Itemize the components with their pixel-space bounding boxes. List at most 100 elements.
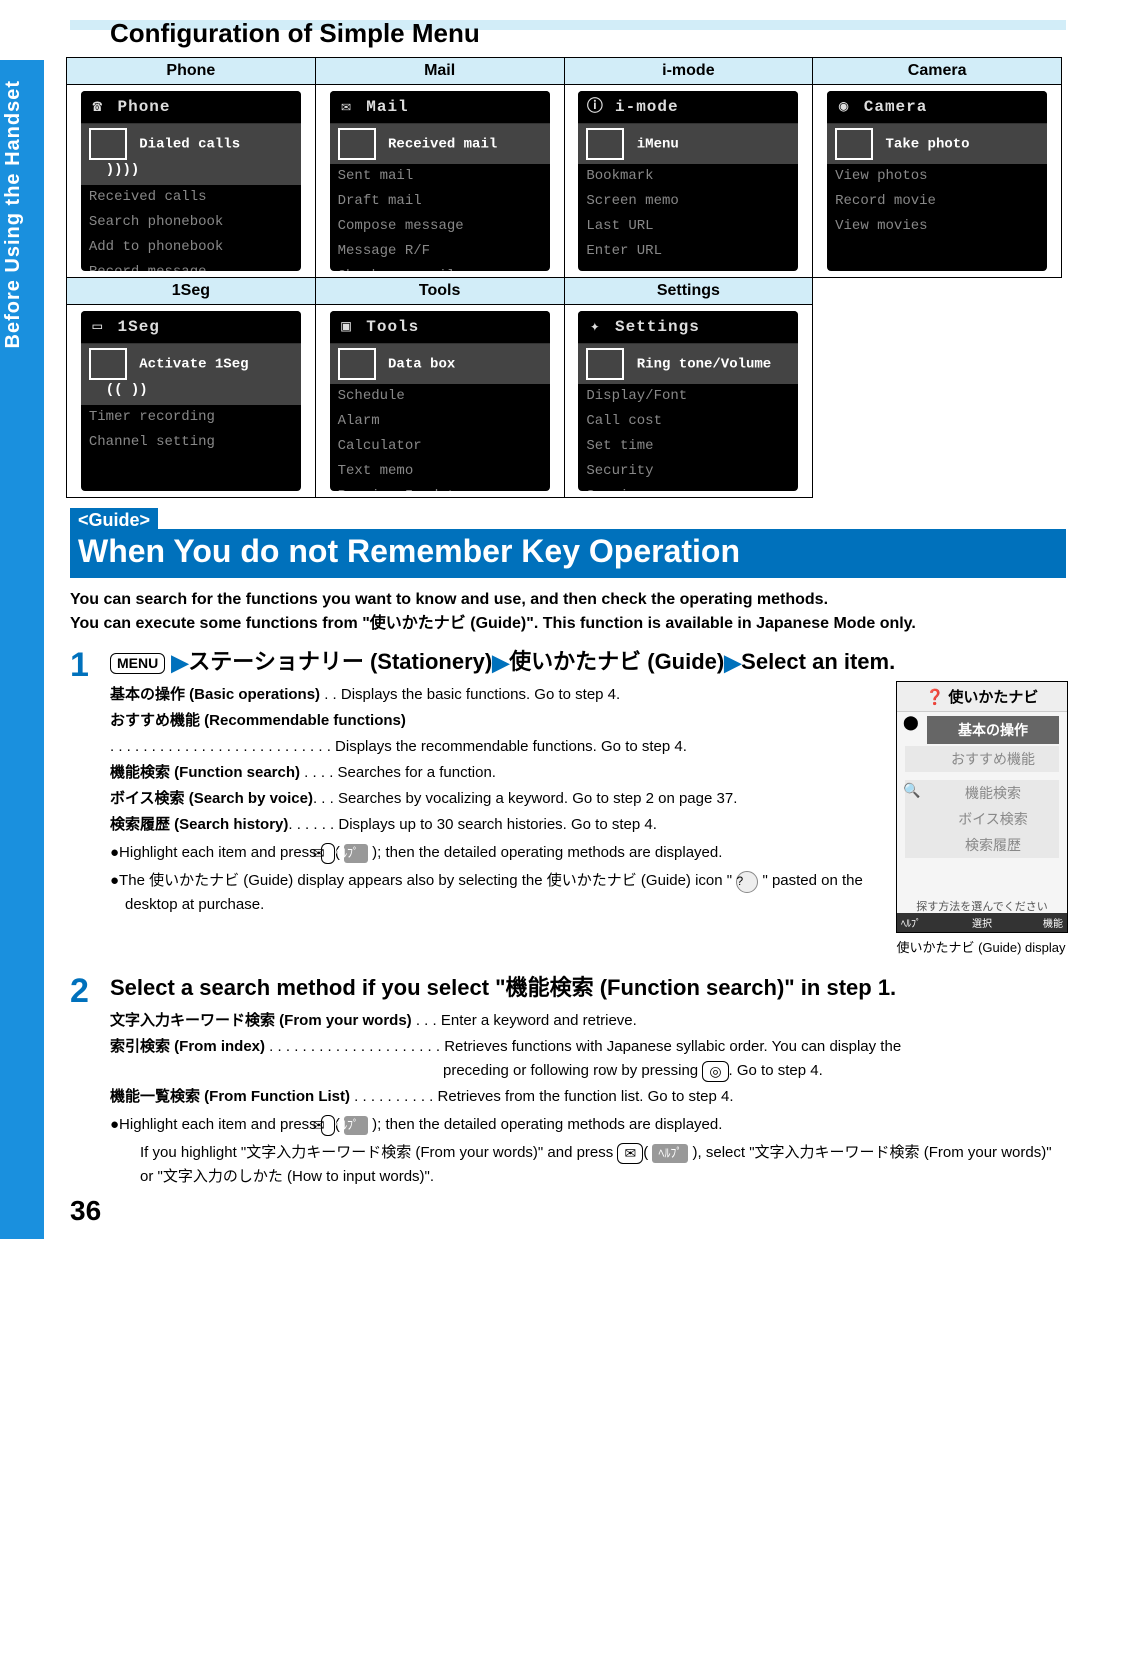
screen-phone: ☎ Phone Dialed calls )))) Received calls… (81, 91, 301, 271)
list-item: Calculator (330, 434, 550, 459)
mail-key: ✉ (617, 1143, 643, 1164)
gd-selected: 基本の操作 (927, 716, 1059, 744)
list-item: Message R/F (330, 239, 550, 264)
list-item: Service (578, 484, 798, 491)
screen-phone-title: Phone (117, 98, 170, 116)
list-item: Search phonebook (81, 210, 301, 235)
screen-settings: ✦ Settings Ring tone/Volume Display/Font… (578, 311, 798, 491)
hdr-1seg: 1Seg (67, 278, 316, 305)
gd-softkeys: ﾍﾙﾌﾟ 選択 機能 (897, 913, 1067, 932)
guide-title: When You do not Remember Key Operation (70, 529, 1066, 578)
cell-mail: ✉ Mail Received mail Sent mail Draft mai… (315, 85, 564, 278)
screen-camera-highlight: Take photo (886, 137, 970, 153)
screen-mail-title: Mail (366, 98, 408, 116)
intro-text: You can search for the functions you wan… (70, 588, 1066, 636)
cell-camera: ◉ Camera Take photo View photos Record m… (813, 85, 1062, 278)
list-item: Record movie (827, 189, 1047, 214)
list-item: Receive Ir data (330, 484, 550, 491)
screen-mail: ✉ Mail Received mail Sent mail Draft mai… (330, 91, 550, 271)
list-item: Alarm (330, 409, 550, 434)
gd-item: 検索履歴 (905, 832, 1059, 858)
list-item: Security (578, 459, 798, 484)
list-item: Display/Font (578, 384, 798, 409)
step-2: 2 Select a search method if you select "… (70, 974, 1066, 1193)
gd-soft-right: 機能 (1043, 915, 1063, 930)
menu-key: MENU (110, 653, 165, 674)
arrow-icon: ▶ (492, 650, 509, 675)
gd-item: おすすめ機能 (905, 746, 1059, 772)
list-item: Schedule (330, 384, 550, 409)
list-item: Sent mail (330, 164, 550, 189)
hdr-camera: Camera (813, 58, 1062, 85)
menu-grid: Phone Mail i-mode Camera ☎ Phone Dialed … (66, 57, 1062, 498)
list-item: Draft mail (330, 189, 550, 214)
guide-desktop-icon: ? (736, 871, 758, 893)
list-item: Check new mail (330, 264, 550, 271)
gd-footer: 探す方法を選んでください (897, 898, 1067, 914)
cell-1seg: ▭ 1Seg Activate 1Seg (( )) Timer recordi… (67, 305, 316, 498)
page: Before Using the Handset Configuration o… (0, 0, 1136, 1239)
step-1-heading: MENU ▶ステーショナリー (Stationery)▶使いかたナビ (Guid… (110, 648, 1066, 677)
gd-caption: 使いかたナビ (Guide) display (896, 937, 1066, 956)
list-item: Record message (81, 260, 301, 271)
guide-tag: <Guide> (70, 508, 158, 533)
list-item: Enter URL (578, 239, 798, 264)
step-1-number: 1 (70, 648, 110, 682)
page-number: 36 (70, 1195, 101, 1227)
screen-settings-title: Settings (615, 318, 700, 336)
list-item: Set time (578, 434, 798, 459)
side-tab-text: Before Using the Handset (2, 80, 25, 348)
help-softkey: ﾍﾙﾌﾟ (652, 1144, 688, 1163)
list-item: Call cost (578, 409, 798, 434)
nav-key: ◎ (702, 1061, 728, 1082)
screen-mail-highlight: Received mail (388, 137, 497, 153)
step-2-number: 2 (70, 974, 110, 1008)
list-item: View movies (827, 214, 1047, 239)
list-item: Timer recording (81, 405, 301, 430)
step-1: 1 MENU ▶ステーショナリー (Stationery)▶使いかたナビ (Gu… (70, 648, 1066, 962)
screen-1seg: ▭ 1Seg Activate 1Seg (( )) Timer recordi… (81, 311, 301, 491)
list-item: Received calls (81, 185, 301, 210)
gd-item: ボイス検索 (905, 806, 1059, 832)
gd-soft-mid: 選択 (972, 915, 992, 930)
screen-camera-title: Camera (864, 98, 928, 116)
list-item: View photos (827, 164, 1047, 189)
list-item: Last URL (578, 214, 798, 239)
hdr-imode: i-mode (564, 58, 813, 85)
screen-1seg-title: 1Seg (117, 318, 159, 336)
list-item: Add to phonebook (81, 235, 301, 260)
hdr-tools: Tools (315, 278, 564, 305)
list-item: Compose message (330, 214, 550, 239)
help-softkey: ﾍﾙﾌﾟ (344, 1116, 368, 1135)
step-2-heading: Select a search method if you select "機能… (110, 974, 1066, 1003)
hdr-phone: Phone (67, 58, 316, 85)
list-item: Bookmark (578, 164, 798, 189)
mail-key: ✉ (321, 1115, 335, 1136)
screen-tools: ▣ Tools Data box Schedule Alarm Calculat… (330, 311, 550, 491)
screen-settings-highlight: Ring tone/Volume (637, 357, 771, 373)
gd-title: 使いかたナビ (948, 689, 1038, 706)
intro-line-2: You can execute some functions from "使いか… (70, 612, 1066, 636)
step-2-items: 文字入力キーワード検索 (From your words) . . . Ente… (110, 1009, 1066, 1109)
screen-camera: ◉ Camera Take photo View photos Record m… (827, 91, 1047, 271)
screen-tools-highlight: Data box (388, 357, 455, 373)
help-softkey: ﾍﾙﾌﾟ (344, 844, 368, 863)
guide-header: <Guide> When You do not Remember Key Ope… (70, 508, 1066, 578)
arrow-icon: ▶ (171, 650, 188, 675)
list-item: Channel setting (81, 430, 301, 455)
cell-tools: ▣ Tools Data box Schedule Alarm Calculat… (315, 305, 564, 498)
mail-key: ✉ (321, 843, 335, 864)
cell-imode: ⓘ i-mode iMenu Bookmark Screen memo Last… (564, 85, 813, 278)
guide-display-screen: ❓ 使いかたナビ ⬤ 基本の操作 おすすめ機能 🔍 機能検索 ボイス検索 検索履… (896, 681, 1068, 933)
config-title: Configuration of Simple Menu (110, 18, 1066, 49)
hdr-mail: Mail (315, 58, 564, 85)
list-item: Text memo (330, 459, 550, 484)
screen-phone-highlight: Dialed calls (139, 137, 240, 153)
gd-item: 機能検索 (905, 780, 1059, 806)
screen-imode-title: i-mode (615, 98, 679, 116)
cell-phone: ☎ Phone Dialed calls )))) Received calls… (67, 85, 316, 278)
list-item: Screen memo (578, 189, 798, 214)
screen-imode: ⓘ i-mode iMenu Bookmark Screen memo Last… (578, 91, 798, 271)
intro-line-1: You can search for the functions you wan… (70, 588, 1066, 612)
cell-settings: ✦ Settings Ring tone/Volume Display/Font… (564, 305, 813, 498)
